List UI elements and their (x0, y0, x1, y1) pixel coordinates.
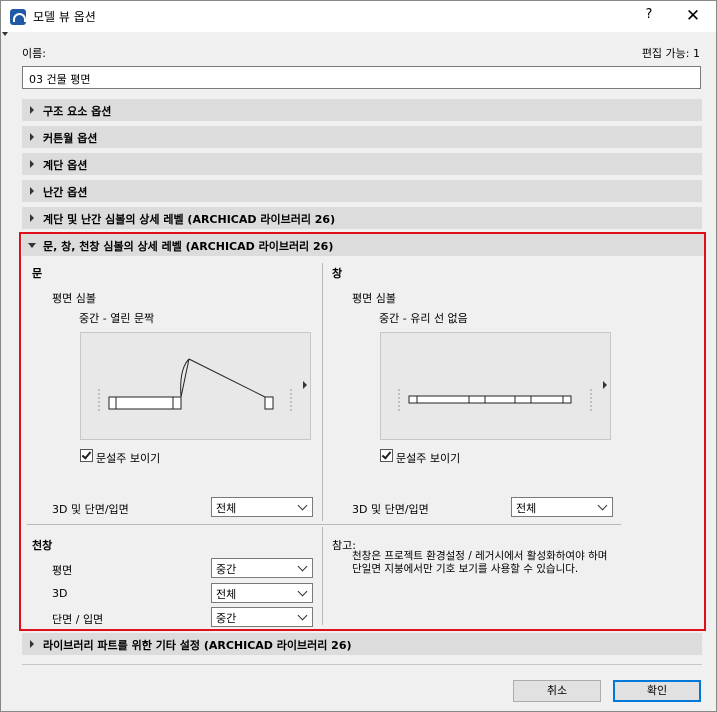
door-symbol-preview (80, 332, 311, 440)
check-icon (381, 449, 392, 460)
row-divider (27, 524, 621, 525)
chevron-right-icon (30, 187, 34, 195)
preview-next-icon[interactable] (603, 381, 607, 389)
section-label: 난간 옵션 (43, 186, 88, 199)
chevron-right-icon (30, 160, 34, 168)
section-stair-options[interactable]: 계단 옵션 (22, 153, 702, 175)
door-3d-section-label: 3D 및 단면/입면 (52, 503, 129, 516)
skylight-heading: 천창 (32, 539, 53, 552)
section-label: 문, 창, 천창 심볼의 상세 레벨 (ARCHICAD 라이브러리 26) (43, 240, 334, 253)
chevron-down-icon (297, 610, 308, 621)
section-label: 계단 옵션 (43, 159, 88, 172)
section-library-other-settings[interactable]: 라이브러리 파트를 위한 기타 설정 (ARCHICAD 라이브러리 26) (22, 633, 702, 655)
title-bar: 모델 뷰 옵션 ? ✕ (1, 1, 716, 32)
door-3d-section-select[interactable]: 전체 (211, 497, 313, 517)
section-label: 계단 및 난간 심볼의 상세 레벨 (ARCHICAD 라이브러리 26) (43, 213, 336, 226)
archicad-icon (10, 9, 26, 25)
door-heading: 문 (32, 267, 43, 280)
model-view-options-dialog: 모델 뷰 옵션 ? ✕ 이름: 편집 가능: 1 03 건물 평면 구조 요소 … (0, 0, 717, 712)
close-button[interactable]: ✕ (681, 5, 705, 27)
note-text: 천창은 프로젝트 환경설정 / 레거시에서 활성화하여야 하며 단일면 지붕에서… (352, 550, 608, 575)
chevron-right-icon (30, 214, 34, 222)
window-3d-section-select[interactable]: 전체 (511, 497, 613, 517)
section-railing-options[interactable]: 난간 옵션 (22, 180, 702, 202)
door-plan-symbol-drawing (98, 358, 292, 413)
skylight-section-select[interactable]: 중간 (211, 607, 313, 627)
skylight-plan-label: 평면 (52, 564, 73, 577)
window-title: 모델 뷰 옵션 (33, 10, 96, 24)
section-label: 라이브러리 파트를 위한 기타 설정 (ARCHICAD 라이브러리 26) (43, 639, 352, 652)
dropdown-value: 전체 (216, 588, 237, 601)
editable-count: 편집 가능: 1 (641, 47, 700, 60)
help-button[interactable]: ? (638, 7, 660, 27)
door-show-jamb-checkbox[interactable] (80, 449, 93, 462)
caret-down-icon (2, 32, 8, 36)
window-plan-symbol-value: 중간 - 유리 선 없음 (379, 312, 468, 325)
check-icon (81, 449, 92, 460)
chevron-right-icon (30, 106, 34, 114)
name-input[interactable]: 03 건물 평면 (22, 66, 701, 89)
chevron-right-icon (30, 640, 34, 648)
section-structural-options[interactable]: 구조 요소 옵션 (22, 99, 702, 121)
section-label: 커튼월 옵션 (43, 132, 98, 145)
chevron-down-icon (297, 500, 308, 511)
section-label: 구조 요소 옵션 (43, 105, 112, 118)
ok-button[interactable]: 확인 (613, 680, 701, 702)
cancel-button[interactable]: 취소 (513, 680, 601, 702)
chevron-down-icon (297, 586, 308, 597)
name-label: 이름: (22, 47, 46, 60)
chevron-down-icon (28, 243, 36, 248)
section-curtain-wall-options[interactable]: 커튼월 옵션 (22, 126, 702, 148)
door-plan-symbol-label: 평면 심볼 (52, 292, 96, 305)
skylight-3d-select[interactable]: 전체 (211, 583, 313, 603)
section-stair-railing-detail-level[interactable]: 계단 및 난간 심볼의 상세 레벨 (ARCHICAD 라이브러리 26) (22, 207, 702, 229)
window-heading: 창 (332, 267, 343, 280)
dropdown-value: 전체 (216, 502, 237, 515)
skylight-plan-select[interactable]: 중간 (211, 558, 313, 578)
window-plan-symbol-drawing (398, 389, 592, 413)
window-plan-symbol-label: 평면 심볼 (352, 292, 396, 305)
column-divider (322, 527, 323, 625)
window-symbol-preview (380, 332, 611, 440)
dropdown-value: 전체 (516, 502, 537, 515)
door-plan-symbol-value: 중간 - 열린 문짝 (79, 312, 155, 325)
skylight-section-label: 단면 / 입면 (52, 613, 104, 626)
preview-next-icon[interactable] (303, 381, 307, 389)
chevron-down-icon (597, 500, 608, 511)
chevron-down-icon (297, 561, 308, 572)
section-door-window-skylight-detail-level[interactable]: 문, 창, 천창 심볼의 상세 레벨 (ARCHICAD 라이브러리 26) (22, 234, 704, 256)
footer-divider (22, 664, 702, 665)
column-divider (322, 263, 323, 521)
window-3d-section-label: 3D 및 단면/입면 (352, 503, 429, 516)
window-show-jamb-checkbox[interactable] (380, 449, 393, 462)
skylight-3d-label: 3D (52, 587, 68, 600)
dropdown-value: 중간 (216, 612, 237, 625)
chevron-right-icon (30, 133, 34, 141)
dropdown-value: 중간 (216, 563, 237, 576)
window-show-jamb-label: 문설주 보이기 (396, 452, 461, 465)
door-show-jamb-label: 문설주 보이기 (96, 452, 161, 465)
